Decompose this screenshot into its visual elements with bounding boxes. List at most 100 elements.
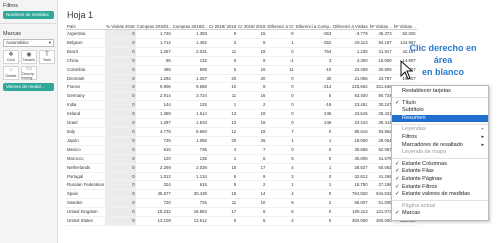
row-header-cell: Sweden: [66, 198, 106, 209]
table-cell: 246: [294, 118, 333, 128]
column-header[interactable]: Compras 2018/2..: [135, 24, 172, 30]
table-cell: 0: [105, 154, 136, 164]
table-cell: 18.750: [332, 180, 369, 191]
mark-type-select[interactable]: Automático ▾: [3, 39, 54, 47]
row-header-cell: Japón: [66, 136, 106, 146]
menu-item[interactable]: Marcadores de resaltado ▸: [392, 142, 488, 150]
measure-values-pill[interactable]: Valores de medid...: [3, 83, 54, 91]
table-cell: 0: [294, 189, 333, 200]
menu-item[interactable]: ✓ Título: [392, 100, 488, 108]
menu-item: Leyendas ▸: [392, 126, 488, 134]
menu-item[interactable]: ✓ Estante valores de medidas: [392, 191, 488, 199]
menu-item[interactable]: ✓ Estante Páginas: [392, 176, 488, 184]
menu-item: Página actual: [392, 203, 488, 211]
color-card[interactable]: ❖ Color: [3, 50, 19, 64]
menu-item[interactable]: ✓ Estante Filas: [392, 168, 488, 176]
menu-item[interactable]: Filtros ▸: [392, 134, 488, 142]
column-header[interactable]: Cr 2018/ 2018: [207, 24, 238, 30]
column-header[interactable]: Nº Visitas ..: [368, 24, 393, 30]
table-cell: 0: [105, 163, 136, 173]
table-cell: 17: [207, 207, 238, 218]
table-cell: 9.906: [135, 82, 172, 93]
table-cell: 41.269: [368, 172, 393, 182]
menu-item[interactable]: Resumen: [392, 114, 488, 123]
table-row[interactable]: Italy04.7786.66012197080.61583.86283.060: [66, 127, 417, 137]
tooltip-card[interactable]: ▭ Descrip. emerg.: [21, 66, 37, 80]
table-row[interactable]: Netherlands 0 2.269 2.038 15 17 4 1 28.827 60.062…: [66, 163, 417, 173]
table-row[interactable]: Sweden072072511108265.00751.00579.000: [66, 198, 417, 209]
table-cell: 3: [207, 38, 238, 48]
table-cell: 144: [135, 100, 172, 111]
menu-item-label: Marcas: [402, 210, 421, 217]
table-cell: 0: [294, 154, 333, 164]
table-row[interactable]: Morocco0120135165040.00641.67548.041: [66, 154, 417, 164]
table-cell: 0: [266, 100, 295, 111]
menu-item-label: Estante valores de medidas: [402, 191, 470, 198]
table-row[interactable]: Mexico0610735470035.55562.06742.012: [66, 145, 417, 155]
menu-item-label: Estante Filtros: [402, 183, 438, 190]
row-header-cell: Spain: [66, 189, 106, 200]
table-row[interactable]: Spain045.67730.439151440794.920944.53287…: [66, 189, 417, 200]
table-cell: 245: [294, 109, 333, 120]
table-cell: 794.920: [332, 189, 369, 200]
table-row[interactable]: Japón07251.05520261118.00029.06430.430: [66, 136, 417, 146]
mark-type-value: Automático: [6, 40, 29, 45]
table-row[interactable]: India0144125120-1923.45130.24737.028: [66, 100, 417, 111]
table-cell: 5: [207, 180, 238, 191]
column-header[interactable]: Cr 2018/ 2019: [237, 24, 267, 30]
row-header-cell: France: [66, 82, 106, 93]
column-header[interactable]: % Visitas 2018: [105, 24, 136, 30]
row-header-cell: India: [66, 100, 106, 111]
table-cell: -19: [294, 100, 333, 111]
menu-item[interactable]: ✓ Marcas: [392, 210, 488, 218]
column-header[interactable]: Diferenci a Cr: [266, 24, 295, 30]
table-row[interactable]: Portugal01.0121.134693032.61241.26956.04…: [66, 172, 417, 182]
table-row[interactable]: Denmark01.2921.267202003021.05523.79719.…: [66, 74, 417, 84]
column-header[interactable]: Nº Visitas ..: [392, 24, 417, 30]
menu-item[interactable]: ✓ Estante Filtros: [392, 184, 488, 192]
table-row[interactable]: Israel01.2871.5331319024623.44339.41436.…: [66, 118, 417, 128]
table-cell: 20: [237, 74, 267, 84]
table-cell: 0: [105, 38, 136, 48]
table-cell: 135: [171, 154, 208, 164]
submenu-arrow-icon: ▸: [481, 126, 484, 133]
table-row[interactable]: Brazil 0 1.267 2.031 11 19 0 764 1.235 41.817 42.1…: [66, 47, 417, 57]
row-header-cell: Russian Federation: [66, 180, 106, 191]
table-row[interactable]: United States 0 13.109 13.612 5 5 4 0 350.000 300…: [66, 216, 417, 226]
table-header-row: País% Visitas 2018 Compras 2018/2.. Compra…: [66, 24, 417, 30]
table-cell: 0: [294, 207, 333, 218]
table-cell: 63.400: [332, 91, 369, 102]
menu-item[interactable]: Subtítulo: [392, 107, 488, 115]
table-row[interactable]: Argentina 0 1.746 1.393 9 15 -0 -353 -3.778 45.37…: [66, 29, 417, 39]
table-row[interactable]: China 0 95 132 0 9 -1 3 4.300 15.000 14.907: [66, 56, 417, 66]
table-cell: 735: [171, 145, 208, 155]
table-cell: 0: [105, 82, 136, 93]
table-cell: 15: [207, 163, 238, 173]
text-card-label: Texto: [42, 58, 52, 62]
table-cell: 15.000: [368, 56, 393, 66]
column-header[interactable]: Compras 2018/2..: [171, 24, 208, 30]
menu-item-label: Estante Columnas: [402, 160, 447, 167]
table-row[interactable]: Colombia048559851611-1023.40830.80523.40…: [66, 65, 417, 75]
table-row[interactable]: Ireland01.3691.6141318024523.54528.42137…: [66, 109, 417, 120]
table-cell: 1.267: [171, 74, 208, 84]
detail-card[interactable]: ⁘ Detalle: [3, 66, 19, 80]
table-cell: 725: [135, 136, 172, 146]
left-panel: Filtros Nombres de medidas Marcas Automá…: [0, 0, 58, 243]
table-cell: 23.443: [332, 118, 369, 128]
table-row[interactable]: Germany02.9143.72411160563.40090.73486.0…: [66, 91, 417, 102]
size-card[interactable]: ◉ Tamaño: [21, 50, 37, 64]
table-row[interactable]: Russian Federation 0 324 615 5 2 1 1 18.750 27.19…: [66, 180, 417, 191]
table-row[interactable]: Belgium 0 1.714 1.462 3 9 1 -252 -19.113 94.197 14…: [66, 38, 417, 48]
table-row[interactable]: United Kingdom 0 18.232 18.883 17 6 6 0 105.113 1…: [66, 207, 417, 218]
table-cell: 4: [266, 189, 295, 200]
table-row[interactable]: France09.9069.6881090-214225.662321.6393…: [66, 82, 417, 93]
menu-item[interactable]: Restablecer tarjetas: [392, 88, 488, 96]
column-header[interactable]: Diferenci a Comp..: [294, 24, 333, 30]
column-header[interactable]: Diferenci a Visitas: [332, 24, 369, 30]
filter-pill[interactable]: Nombres de medidas: [3, 11, 54, 19]
menu-item[interactable]: ✓ Estante Columnas: [392, 161, 488, 169]
table-cell: 80.615: [332, 127, 369, 137]
text-card[interactable]: T Texto: [39, 50, 55, 64]
table-cell: 45.373: [368, 29, 393, 39]
